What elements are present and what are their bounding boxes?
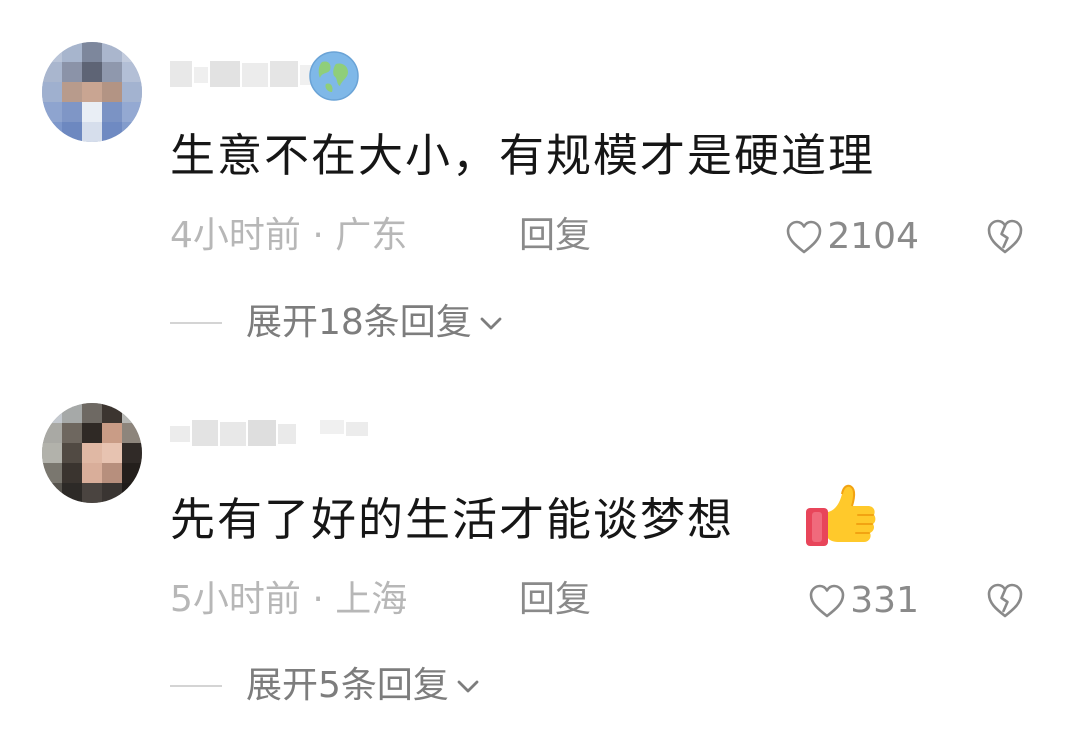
divider-line <box>170 322 222 324</box>
avatar[interactable] <box>42 403 142 503</box>
comment-item: 生意不在大小，有规模才是硬道理 4小时前 · 广东 回复 2104 展开18条回… <box>0 0 1069 370</box>
comment-meta: 4小时前 · 广东 <box>170 215 408 256</box>
comment-text: 先有了好的生活才能谈梦想 <box>170 493 735 546</box>
broken-heart-icon <box>987 219 1023 254</box>
thumbs-up-icon <box>802 482 878 550</box>
like-count: 331 <box>850 580 919 621</box>
comment-meta: 5小时前 · 上海 <box>170 579 408 620</box>
reply-button[interactable]: 回复 <box>519 578 591 622</box>
heart-outline-icon <box>787 220 822 254</box>
divider-line <box>170 685 222 687</box>
username-blurred[interactable] <box>170 57 320 93</box>
username-blurred[interactable] <box>170 416 375 452</box>
comment-item: 先有了好的生活才能谈梦想 5小时前 · 上海 回复 331 展开5条回复 <box>0 370 1069 749</box>
chevron-down-icon <box>457 680 479 693</box>
avatar[interactable] <box>42 42 142 142</box>
expand-replies-label: 展开5条回复 <box>246 665 449 706</box>
like-button[interactable]: 2104 <box>785 215 919 259</box>
chevron-down-icon <box>480 317 502 330</box>
heart-outline-icon <box>809 584 845 618</box>
dislike-button[interactable] <box>986 581 1024 621</box>
comment-text: 生意不在大小，有规模才是硬道理 <box>170 129 876 182</box>
expand-replies-label: 展开18条回复 <box>246 302 472 343</box>
expand-replies-button[interactable]: 展开18条回复 <box>170 299 504 347</box>
dislike-button[interactable] <box>986 217 1024 257</box>
globe-icon <box>308 50 360 102</box>
expand-replies-button[interactable]: 展开5条回复 <box>170 662 481 710</box>
like-count: 2104 <box>827 216 919 257</box>
like-button[interactable]: 331 <box>808 579 919 623</box>
broken-heart-icon <box>987 583 1023 618</box>
reply-button[interactable]: 回复 <box>519 214 591 258</box>
